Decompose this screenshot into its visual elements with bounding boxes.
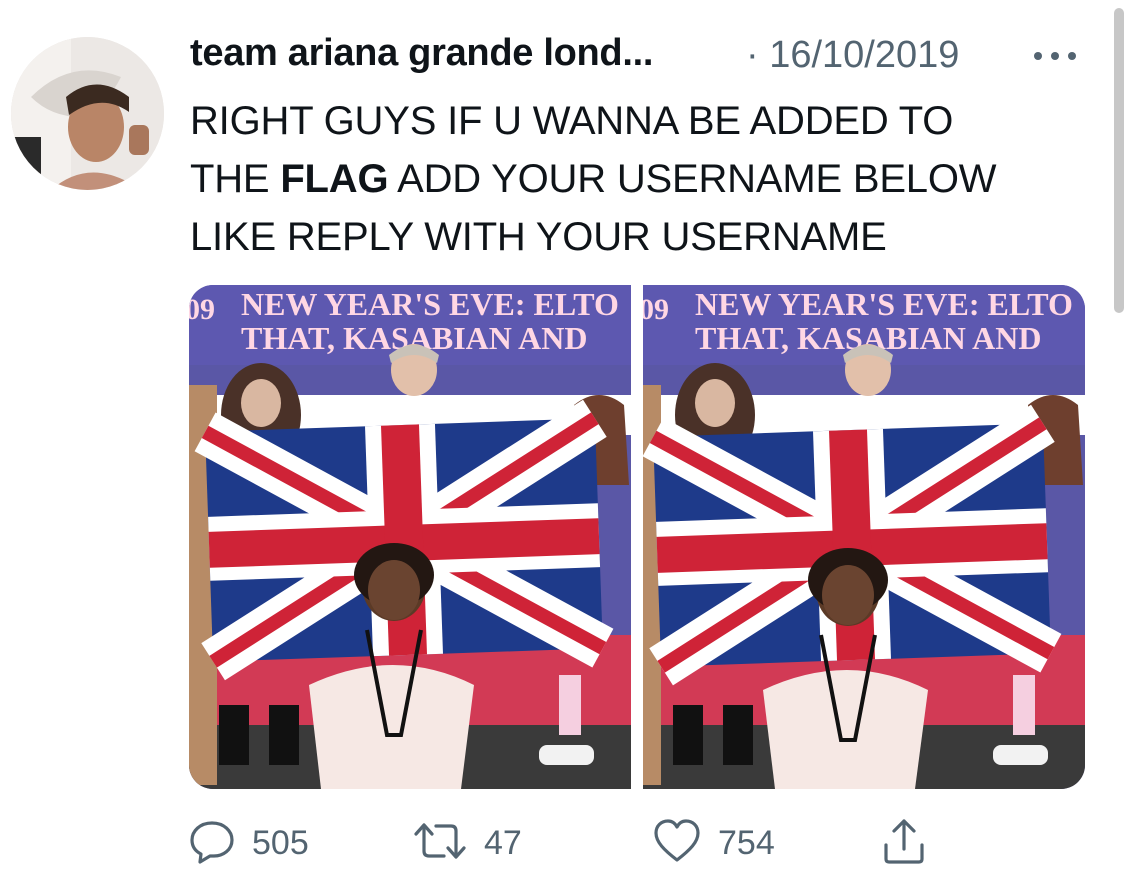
retweet-count: 47 <box>484 823 522 862</box>
banner-line-1: NEW YEAR'S EVE: ELTO <box>695 286 1073 322</box>
tweet-date[interactable]: 16/10/2019 <box>769 34 959 76</box>
share-button[interactable] <box>880 808 928 878</box>
banner-edge-text: 09 <box>643 293 669 326</box>
tweet-text: RIGHT GUYS IF U WANNA BE ADDED TO THE FL… <box>190 92 1090 266</box>
tweet-text-line-2-post: ADD YOUR USERNAME BELOW <box>388 157 997 201</box>
tweet-text-line-2-pre: THE <box>190 157 281 201</box>
share-icon <box>880 815 928 872</box>
action-bar: 505 47 754 <box>0 808 1132 878</box>
scrollbar[interactable] <box>1114 8 1124 313</box>
banner-edge-text: 09 <box>189 293 215 326</box>
tweet-meta: · 16/10/2019 <box>746 34 959 77</box>
like-count: 754 <box>718 823 775 862</box>
photo-left[interactable]: 09 NEW YEAR'S EVE: ELTO THAT, KASABIAN A… <box>189 285 631 789</box>
tweet-text-line-2: THE FLAG ADD YOUR USERNAME BELOW <box>190 150 1090 208</box>
reply-icon <box>188 817 236 870</box>
photo-right[interactable]: 09 NEW YEAR'S EVE: ELTO THAT, KASABIAN A… <box>643 285 1085 789</box>
tweet-text-bold-flag: FLAG <box>280 157 389 201</box>
union-jack-left <box>194 399 614 681</box>
retweet-button[interactable]: 47 <box>412 808 522 878</box>
avatar[interactable] <box>11 37 164 190</box>
reply-button[interactable]: 505 <box>188 808 309 878</box>
reply-count: 505 <box>252 823 309 862</box>
more-horizontal-icon[interactable] <box>1030 36 1080 76</box>
like-button[interactable]: 754 <box>652 808 775 878</box>
heart-icon <box>652 817 702 870</box>
separator: · <box>746 34 759 76</box>
tweet: team ariana grande lond... · 16/10/2019 … <box>0 0 1132 894</box>
tweet-text-line-3: LIKE REPLY WITH YOUR USERNAME <box>190 215 887 259</box>
banner-line-1: NEW YEAR'S EVE: ELTO <box>241 286 619 322</box>
union-jack-right <box>643 404 1062 686</box>
tweet-media: 09 NEW YEAR'S EVE: ELTO THAT, KASABIAN A… <box>189 285 1085 789</box>
retweet-icon <box>412 817 468 870</box>
author-name[interactable]: team ariana grande lond... <box>190 32 653 75</box>
tweet-text-line-1: RIGHT GUYS IF U WANNA BE ADDED TO <box>190 99 954 143</box>
